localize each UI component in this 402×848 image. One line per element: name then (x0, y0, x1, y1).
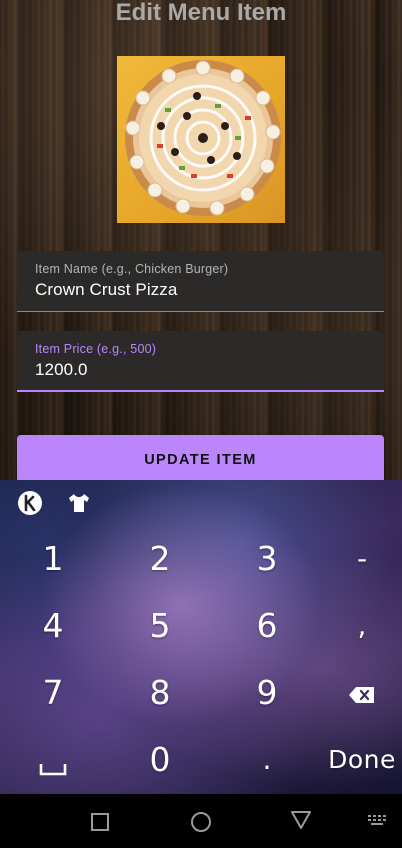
backspace-icon[interactable] (312, 661, 402, 725)
update-item-button[interactable]: UPDATE ITEM (17, 435, 384, 483)
key-9[interactable]: 9 (217, 661, 317, 725)
item-price-input[interactable]: 1200.0 (35, 360, 88, 380)
triangle-back-icon[interactable] (289, 808, 313, 832)
item-price-label: Item Price (e.g., 500) (35, 342, 157, 356)
key-1[interactable]: 1 (3, 527, 103, 591)
key-8[interactable]: 8 (110, 661, 210, 725)
square-recents-icon[interactable] (88, 810, 112, 834)
key-minus[interactable]: - (312, 527, 402, 591)
item-image[interactable] (117, 56, 285, 223)
keyboard-switch-icon[interactable] (366, 812, 390, 836)
key-3[interactable]: 3 (217, 527, 317, 591)
key-4[interactable]: 4 (3, 594, 103, 658)
key-6[interactable]: 6 (217, 594, 317, 658)
system-navigation-bar (0, 794, 402, 848)
numeric-keyboard: 1 2 3 - 4 5 6 , 7 8 9 0 . Done (0, 480, 402, 794)
keyboard-brand-k-icon[interactable] (17, 490, 43, 516)
item-price-field[interactable]: Item Price (e.g., 500) 1200.0 (17, 331, 384, 392)
done-key[interactable]: Done (312, 728, 402, 792)
key-7[interactable]: 7 (3, 661, 103, 725)
key-period[interactable]: . (217, 728, 317, 792)
space-key-icon[interactable] (3, 728, 103, 792)
key-0[interactable]: 0 (110, 728, 210, 792)
shirt-theme-icon[interactable] (66, 490, 92, 516)
key-comma[interactable]: , (312, 594, 402, 658)
item-name-label: Item Name (e.g., Chicken Burger) (35, 262, 229, 276)
item-name-input[interactable]: Crown Crust Pizza (35, 280, 177, 300)
circle-home-icon[interactable] (189, 810, 213, 834)
key-2[interactable]: 2 (110, 527, 210, 591)
item-name-field[interactable]: Item Name (e.g., Chicken Burger) Crown C… (17, 251, 384, 312)
key-5[interactable]: 5 (110, 594, 210, 658)
page-title: Edit Menu Item (115, 0, 287, 26)
